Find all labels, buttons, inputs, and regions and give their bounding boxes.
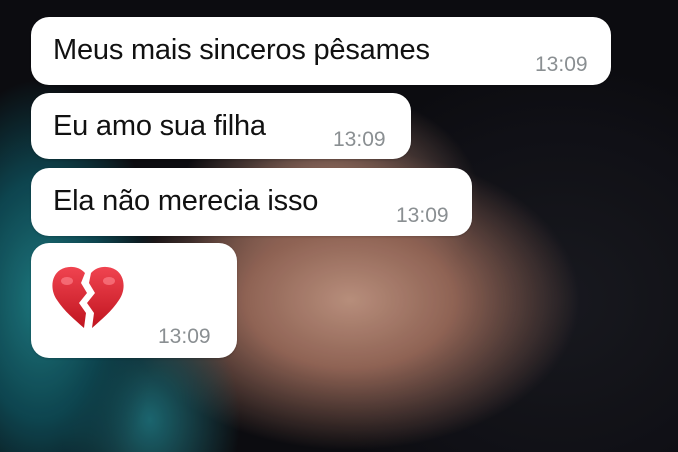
message-bubble-2[interactable]: Eu amo sua filha 13:09 xyxy=(31,93,411,159)
message-bubble-3[interactable]: Ela não merecia isso 13:09 xyxy=(31,168,472,236)
message-bubble-4[interactable]: 13:09 xyxy=(31,243,237,358)
message-timestamp: 13:09 xyxy=(333,128,386,151)
message-bubble-1[interactable]: Meus mais sinceros pêsames 13:09 xyxy=(31,17,611,85)
message-text: Ela não merecia isso xyxy=(53,185,319,217)
message-timestamp: 13:09 xyxy=(535,53,588,76)
message-timestamp: 13:09 xyxy=(396,204,449,227)
broken-heart-icon xyxy=(51,265,125,331)
message-timestamp: 13:09 xyxy=(158,325,211,348)
message-text: Eu amo sua filha xyxy=(53,110,266,142)
message-text: Meus mais sinceros pêsames xyxy=(53,34,430,66)
